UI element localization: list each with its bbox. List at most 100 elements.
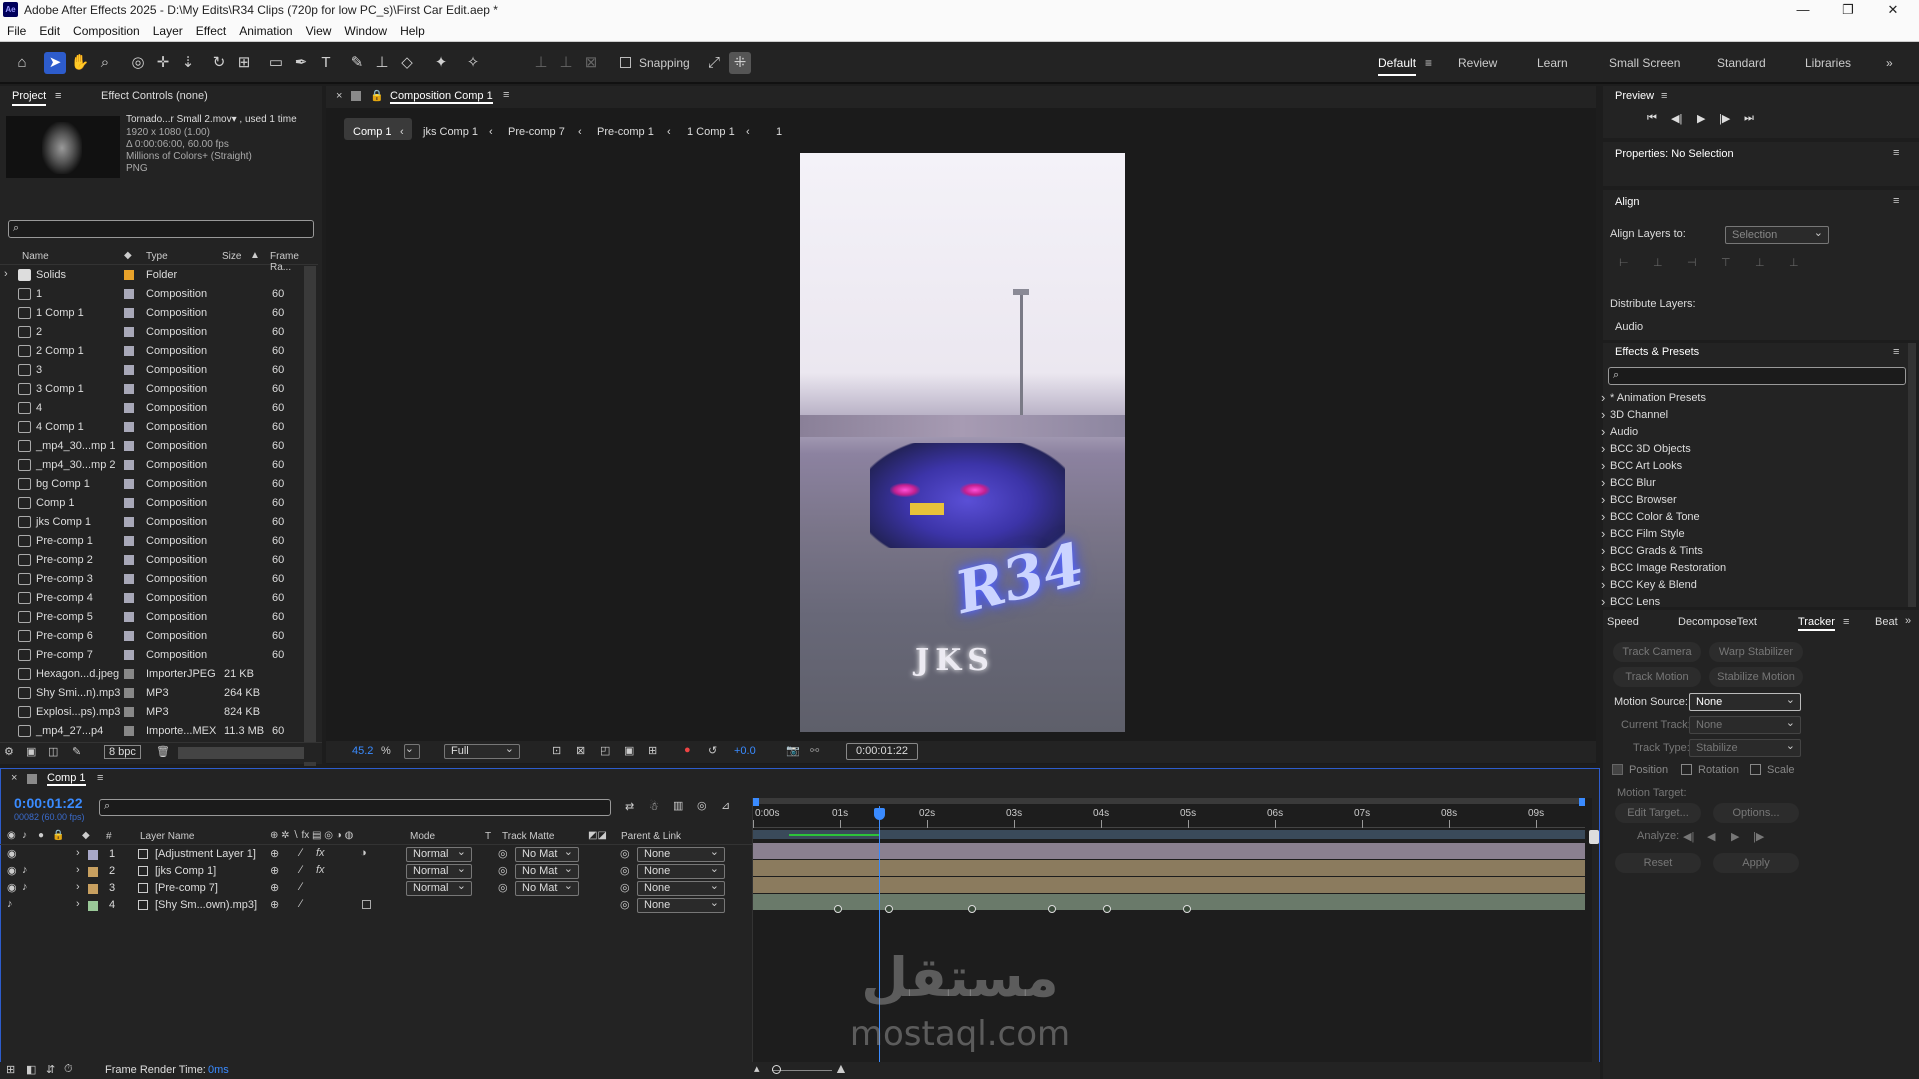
tracker-tab[interactable]: Tracker (1798, 616, 1835, 631)
shy-icon[interactable]: ☃ (649, 800, 659, 813)
quality-switch-icon[interactable]: ∕ (300, 864, 302, 876)
video-switch-icon[interactable]: ◉ (7, 830, 16, 841)
eye-icon[interactable]: ◉ (7, 881, 17, 894)
options-button[interactable]: Options... (1713, 803, 1799, 823)
timeline-zoom-knob[interactable] (772, 1065, 781, 1074)
layer-name[interactable]: [Pre-comp 7] (155, 882, 218, 894)
motion-blur-icon[interactable]: ◎ (697, 799, 707, 812)
track-type-dropdown[interactable]: Stabilize (1689, 738, 1801, 757)
align-to-dropdown[interactable]: Selection (1725, 225, 1829, 244)
effects-category[interactable]: Audio (1601, 424, 1638, 439)
layer-label-color[interactable] (88, 901, 98, 911)
track-camera-button[interactable]: Track Camera (1613, 642, 1701, 662)
project-item[interactable]: 4 Comp 1 Composition 60 (0, 418, 318, 437)
project-item-label[interactable] (124, 403, 134, 413)
expand-arrow-icon[interactable]: › (76, 847, 80, 859)
adjust-project-icon[interactable]: ✎ (72, 745, 81, 758)
parent-dropdown[interactable]: None (637, 897, 725, 913)
eraser-tool-icon[interactable]: ◇ (396, 52, 418, 74)
comp-tab-menu-icon[interactable]: ≡ (503, 89, 509, 101)
workspace-review[interactable]: Review (1458, 56, 1497, 70)
selection-tool-icon[interactable]: ➤ (44, 52, 66, 74)
align-bottom-icon[interactable]: ⊥ (1789, 256, 1799, 269)
lock-icon[interactable]: 🔒 (370, 89, 384, 102)
layer-3-bar[interactable] (753, 877, 1585, 893)
layer-2-bar[interactable] (753, 860, 1585, 876)
project-item-label[interactable] (124, 498, 134, 508)
brush-tool-icon[interactable]: ✎ (346, 52, 368, 74)
project-item[interactable]: _mp4_30...mp 1 Composition 60 (0, 437, 318, 456)
reset-exposure-icon[interactable]: ↺ (708, 744, 717, 757)
preview-menu-icon[interactable]: ≡ (1661, 90, 1667, 102)
new-folder-icon[interactable]: ▣ (26, 745, 36, 758)
project-item[interactable]: › Solids Folder (0, 266, 318, 285)
tracker-menu-icon[interactable]: ≡ (1843, 616, 1849, 628)
layer-row[interactable]: ♪ › 4 [Shy Sm...own).mp3] ⊕ ∕ ◎ None (0, 897, 752, 914)
resolution-dropdown[interactable]: Full (444, 743, 520, 759)
reset-button[interactable]: Reset (1615, 853, 1701, 873)
project-item-label[interactable] (124, 688, 134, 698)
layer-label-color[interactable] (88, 867, 98, 877)
audio-keyframe[interactable] (1183, 905, 1191, 913)
track-matte-dropdown[interactable]: No Mat (515, 863, 579, 879)
crumb-1-comp-1[interactable]: 1 Comp 1 (687, 126, 735, 138)
project-scrollbar[interactable] (304, 266, 316, 766)
audio-switch-icon[interactable]: ♪ (22, 830, 27, 841)
project-item-label[interactable] (124, 308, 134, 318)
project-search-input[interactable]: ⌕ (8, 220, 314, 238)
project-item[interactable]: _mp4_30...mp 2 Composition 60 (0, 456, 318, 475)
snapshot-icon[interactable]: 📷 (786, 744, 800, 757)
exposure-value[interactable]: +0.0 (734, 745, 756, 757)
comp-flowchart-icon[interactable]: ⇄ (625, 800, 634, 813)
rotation-checkbox[interactable] (1681, 764, 1692, 775)
axis-world-icon[interactable]: ⊥ (555, 52, 577, 74)
menu-view[interactable]: View (299, 20, 338, 38)
parent-pickwhip-icon[interactable]: ◎ (620, 898, 630, 911)
parent-pickwhip-icon[interactable]: ◎ (620, 864, 630, 877)
parent-dropdown[interactable]: None (637, 880, 725, 896)
project-item-label[interactable] (124, 726, 134, 736)
menu-animation[interactable]: Animation (232, 20, 298, 38)
menu-help[interactable]: Help (393, 20, 431, 38)
project-item[interactable]: Pre-comp 4 Composition 60 (0, 589, 318, 608)
expand-arrow-icon[interactable]: › (76, 881, 80, 893)
warp-stabilizer-button[interactable]: Warp Stabilizer (1709, 642, 1803, 662)
project-item[interactable]: Comp 1 Composition 60 (0, 494, 318, 513)
dolly-tool-icon[interactable]: ⇣ (177, 52, 199, 74)
timeline-tab[interactable]: Comp 1 (47, 772, 86, 786)
expand-arrow-icon[interactable]: › (76, 864, 80, 876)
project-item[interactable]: _mp4_27...p4 Importe...MEX 11.3 MB 60 (0, 722, 318, 741)
current-track-dropdown[interactable]: None (1689, 715, 1801, 734)
eye-icon[interactable]: ◉ (7, 847, 17, 860)
close-timeline-icon[interactable]: × (11, 772, 17, 784)
parent-pickwhip-icon[interactable]: ◎ (620, 881, 630, 894)
workspace-learn[interactable]: Learn (1537, 56, 1568, 70)
zoom-out-icon[interactable]: ▴ (754, 1062, 760, 1075)
project-item[interactable]: Pre-comp 3 Composition 60 (0, 570, 318, 589)
align-vcenter-icon[interactable]: ⊥ (1755, 256, 1765, 269)
crumb-1[interactable]: 1 (776, 126, 782, 138)
snap-points-icon[interactable]: ⁜ (729, 52, 751, 74)
apply-button[interactable]: Apply (1713, 853, 1799, 873)
zoom-dropdown[interactable] (404, 743, 420, 759)
bpc-button[interactable]: 8 bpc (104, 745, 141, 759)
project-item-label[interactable] (124, 460, 134, 470)
effects-category[interactable]: BCC Browser (1601, 492, 1677, 507)
project-item[interactable]: Pre-comp 1 Composition 60 (0, 532, 318, 551)
comp-viewer-canvas[interactable]: R34 JKS (800, 153, 1125, 732)
speaker-icon[interactable]: ♪ (22, 881, 28, 893)
project-item-label[interactable] (124, 441, 134, 451)
effects-menu-icon[interactable]: ≡ (1893, 346, 1899, 358)
axis-view-icon[interactable]: ⊠ (580, 52, 602, 74)
audio-keyframe[interactable] (968, 905, 976, 913)
parent-dropdown[interactable]: None (637, 863, 725, 879)
project-item[interactable]: Pre-comp 7 Composition 60 (0, 646, 318, 665)
workspace-menu-icon[interactable]: ≡ (1425, 56, 1432, 70)
parent-dropdown[interactable]: None (637, 846, 725, 862)
crumb-jks-comp-1[interactable]: jks Comp 1 (423, 126, 478, 138)
close-window-icon[interactable]: ✕ (1871, 0, 1915, 20)
motion-source-dropdown[interactable]: None (1689, 692, 1801, 711)
puppet-tool-icon[interactable]: ✧ (462, 52, 484, 74)
col-type[interactable]: Type (146, 251, 168, 262)
effects-category[interactable]: BCC 3D Objects (1601, 441, 1691, 456)
